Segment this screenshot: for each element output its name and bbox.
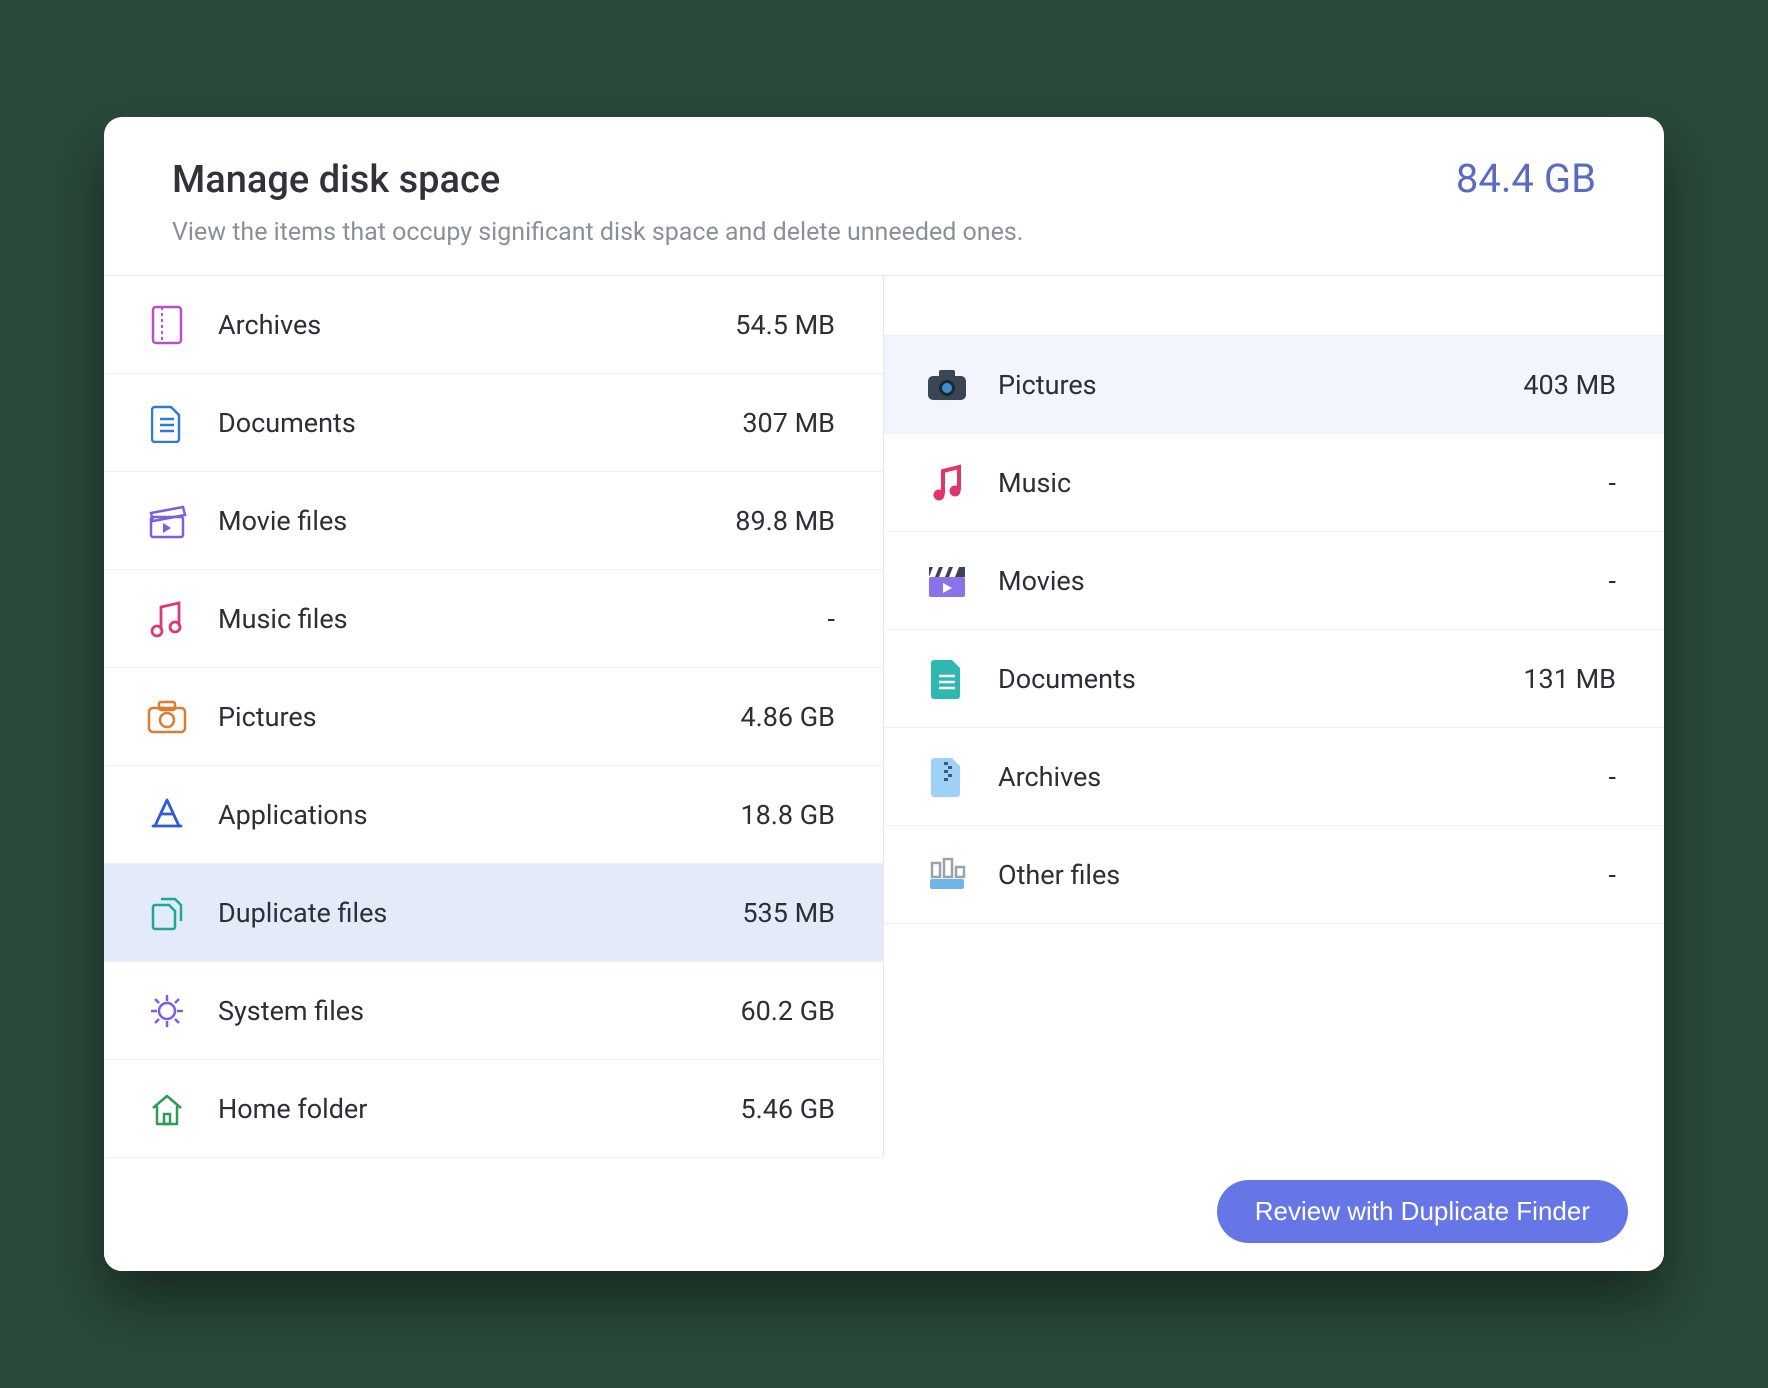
- music-note-icon: [924, 460, 970, 506]
- row-label: Music: [998, 467, 1609, 499]
- row-movies[interactable]: Movies-: [884, 532, 1664, 630]
- row-size: -: [1609, 761, 1616, 793]
- row-label: System files: [218, 995, 740, 1027]
- movie-icon: [144, 498, 190, 544]
- row-label: Duplicate files: [218, 897, 742, 929]
- row-archives[interactable]: Archives-: [884, 728, 1664, 826]
- home-icon: [144, 1086, 190, 1132]
- system-icon: [144, 988, 190, 1034]
- disk-space-window: Manage disk space 84.4 GB View the items…: [104, 117, 1664, 1271]
- camera-icon: [924, 362, 970, 408]
- row-size: 89.8 MB: [735, 505, 835, 537]
- row-music[interactable]: Music-: [884, 434, 1664, 532]
- row-label: Movie files: [218, 505, 735, 537]
- body: Archives54.5 MBDocuments307 MBMovie file…: [104, 275, 1664, 1158]
- row-size: -: [1609, 467, 1616, 499]
- row-label: Archives: [218, 309, 735, 341]
- row-size: 4.86 GB: [740, 701, 835, 733]
- row-pictures[interactable]: Pictures4.86 GB: [104, 668, 883, 766]
- row-other-files[interactable]: Other files-: [884, 826, 1664, 924]
- row-duplicate-files[interactable]: Duplicate files535 MB: [104, 864, 883, 962]
- row-label: Pictures: [218, 701, 740, 733]
- picture-icon: [144, 694, 190, 740]
- row-label: Music files: [218, 603, 828, 635]
- row-documents[interactable]: Documents131 MB: [884, 630, 1664, 728]
- row-documents[interactable]: Documents307 MB: [104, 374, 883, 472]
- row-pictures[interactable]: Pictures403 MB: [884, 336, 1664, 434]
- row-label: Applications: [218, 799, 740, 831]
- spacer: [884, 276, 1664, 336]
- total-size: 84.4 GB: [1456, 155, 1596, 202]
- row-size: -: [1609, 859, 1616, 891]
- row-label: Documents: [218, 407, 742, 439]
- subcategory-list: Pictures403 MBMusic-Movies-Documents131 …: [884, 276, 1664, 1158]
- page-title: Manage disk space: [172, 158, 500, 202]
- row-label: Other files: [998, 859, 1609, 891]
- row-label: Pictures: [998, 369, 1523, 401]
- row-applications[interactable]: Applications18.8 GB: [104, 766, 883, 864]
- row-music-files[interactable]: Music files-: [104, 570, 883, 668]
- row-size: 18.8 GB: [740, 799, 835, 831]
- footer: Review with Duplicate Finder: [104, 1158, 1664, 1271]
- clapper-icon: [924, 558, 970, 604]
- other-icon: [924, 852, 970, 898]
- row-label: Home folder: [218, 1093, 740, 1125]
- row-label: Documents: [998, 663, 1523, 695]
- header-top: Manage disk space 84.4 GB: [172, 155, 1596, 202]
- row-home-folder[interactable]: Home folder5.46 GB: [104, 1060, 883, 1158]
- row-size: -: [828, 603, 835, 635]
- row-archives[interactable]: Archives54.5 MB: [104, 276, 883, 374]
- app-icon: [144, 792, 190, 838]
- row-size: 403 MB: [1523, 369, 1616, 401]
- row-system-files[interactable]: System files60.2 GB: [104, 962, 883, 1060]
- duplicate-icon: [144, 890, 190, 936]
- header: Manage disk space 84.4 GB View the items…: [104, 117, 1664, 275]
- row-size: 5.46 GB: [740, 1093, 835, 1125]
- document-icon: [144, 400, 190, 446]
- row-size: 131 MB: [1523, 663, 1616, 695]
- row-label: Movies: [998, 565, 1609, 597]
- music-icon: [144, 596, 190, 642]
- row-label: Archives: [998, 761, 1609, 793]
- row-size: 535 MB: [742, 897, 835, 929]
- page-subtitle: View the items that occupy significant d…: [172, 218, 1596, 247]
- row-movie-files[interactable]: Movie files89.8 MB: [104, 472, 883, 570]
- category-list: Archives54.5 MBDocuments307 MBMovie file…: [104, 276, 884, 1158]
- row-size: 307 MB: [742, 407, 835, 439]
- row-size: 60.2 GB: [740, 995, 835, 1027]
- zip-icon: [924, 754, 970, 800]
- archive-icon: [144, 302, 190, 348]
- row-size: -: [1609, 565, 1616, 597]
- doc-solid-icon: [924, 656, 970, 702]
- row-size: 54.5 MB: [735, 309, 835, 341]
- review-button[interactable]: Review with Duplicate Finder: [1217, 1180, 1628, 1243]
